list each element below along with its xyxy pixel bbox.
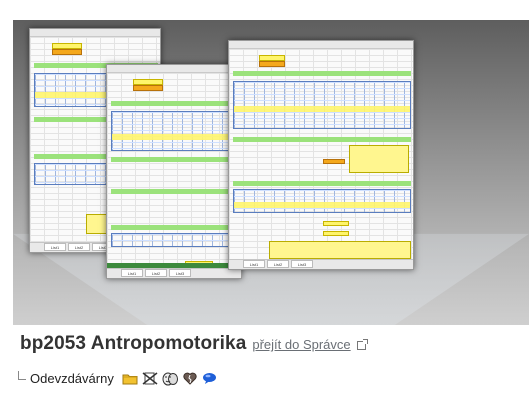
sheet-tab: List2 xyxy=(145,269,167,277)
folder-icon[interactable] xyxy=(122,372,138,386)
sheet-tab: List3 xyxy=(169,269,191,277)
dropbox-label[interactable]: Odevzdávárny xyxy=(30,371,114,386)
no-entry-icon[interactable] xyxy=(142,371,158,386)
title-row: bp2053 Antropomotorika přejít do Správce xyxy=(20,333,368,355)
external-link-icon[interactable] xyxy=(356,339,368,350)
masks-icon[interactable] xyxy=(162,372,178,386)
sheet-tab: List2 xyxy=(68,243,90,251)
go-to-manager-link[interactable]: přejít do Správce xyxy=(252,337,350,352)
sheet-tab: List1 xyxy=(121,269,143,277)
broken-heart-icon[interactable] xyxy=(182,372,198,386)
sheet-tab: List1 xyxy=(243,260,265,268)
item-title[interactable]: bp2053 Antropomotorika xyxy=(20,333,246,355)
sheet-tab: List3 xyxy=(291,260,313,268)
subtitle-row: Odevzdávárny xyxy=(18,371,218,386)
preview-image[interactable]: List1 List2 List3 List1 List2 List3 List… xyxy=(13,20,529,325)
spreadsheet-thumbnail-3: List1 List2 List3 xyxy=(228,40,414,270)
sheet-tab: List1 xyxy=(44,243,66,251)
tree-branch-icon xyxy=(18,371,26,380)
sheet-tab: List2 xyxy=(267,260,289,268)
chat-bubble-icon[interactable] xyxy=(202,372,218,386)
file-card: List1 List2 List3 List1 List2 List3 List… xyxy=(0,0,531,402)
spreadsheet-thumbnail-2: List1 List2 List3 xyxy=(106,64,242,279)
